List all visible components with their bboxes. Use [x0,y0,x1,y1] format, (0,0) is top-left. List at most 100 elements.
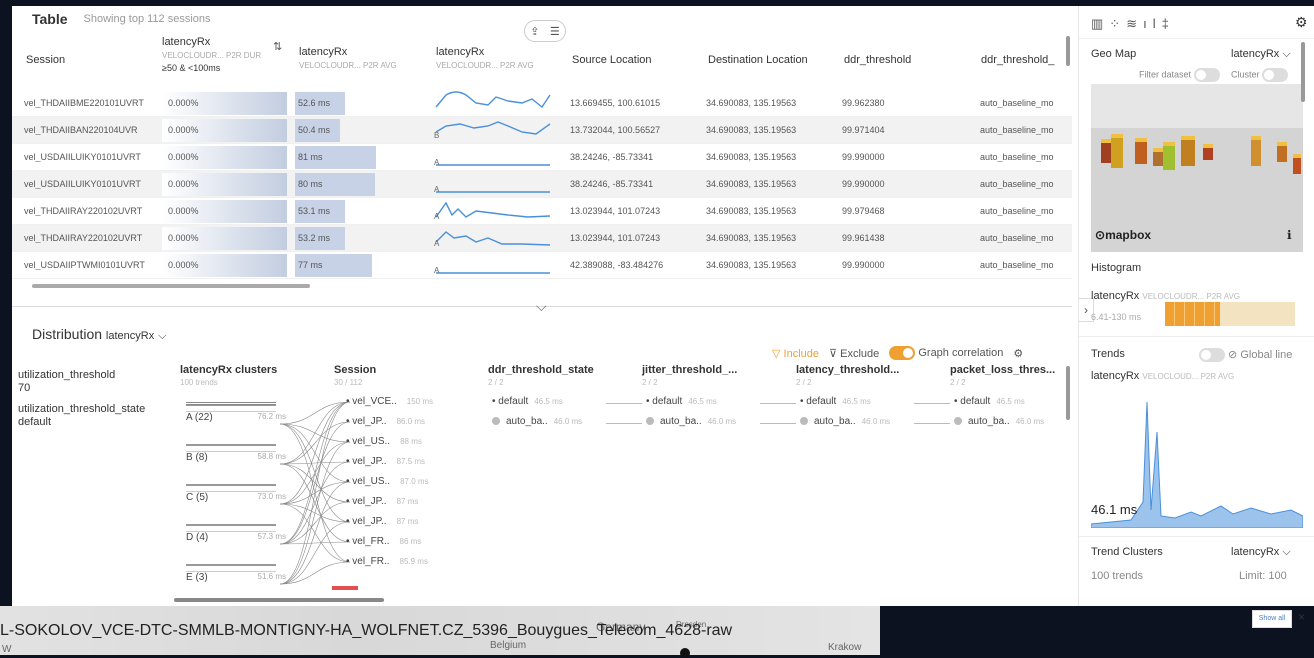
table-row[interactable]: vel_USDAIIPTWMI0101UVRT 0.000% 77 ms A 42.38… [12,252,1072,279]
trend-metric: latencyRx VELOCLOUD... P2R AVG [1091,370,1235,382]
map-marker[interactable] [680,648,690,658]
distribution-vscroll[interactable] [1066,366,1070,420]
geo-map-title: Geo Map [1091,48,1137,60]
trend-clusters-metric[interactable]: latencyRx ⌵ [1231,546,1291,559]
destination-cell: 34.690083, 135.19563 [706,260,797,270]
state-node-default[interactable]: • default 46.5 ms [492,396,563,407]
table-row[interactable]: vel_THDAIIRAY220102UVRT 0.000% 53.2 ms A 13.… [12,225,1072,252]
ddr-state-cell: auto_baseline_mo [980,125,1054,135]
include-button[interactable]: ▽ Include [772,347,819,360]
session-sub: 30 / 112 [334,378,363,387]
show-all-button[interactable]: Show all [1252,610,1292,628]
distribution-hscroll[interactable] [174,598,384,602]
horizontal-scrollbar[interactable] [32,284,310,288]
layout-icon[interactable]: ▥ [1091,16,1109,31]
table-row[interactable]: vel_USDAIILUIKY0101UVRT 0.000% 80 ms A 38.24… [12,171,1072,198]
cluster-item[interactable]: C (5) 73.0 ms [186,484,286,522]
state-node-auto[interactable]: auto_ba.. 46.0 ms [800,416,890,427]
share-icon[interactable]: ⇪ [530,25,539,38]
state-node-auto[interactable]: auto_ba.. 46.0 ms [954,416,1044,427]
col-header-latency-dur[interactable]: latencyRx VELOCLOUDR... P2R DUR ≥50 & <1… [162,36,261,73]
ddr-cell: 99.971404 [842,125,885,135]
table-row[interactable]: vel_THDAIIBAN220104UVR 0.000% 50.4 ms B 13.7… [12,117,1072,144]
cluster-overview-lines [186,402,276,414]
table-row[interactable]: vel_THDAIIRAY220102UVRT 0.000% 53.1 ms A 13.… [12,198,1072,225]
map-label: Belgium [490,640,527,651]
session-node[interactable]: • vel_VCE.. 150 ms [346,396,433,407]
graph-correlation-toggle[interactable]: Graph correlation [889,346,1003,360]
state-node-default[interactable]: • default 46.5 ms [646,396,717,407]
geo-metric-select[interactable]: latencyRx ⌵ [1231,48,1291,61]
avg-cell: 53.2 ms [298,233,331,243]
cluster-item[interactable]: A (22) 76.2 ms [186,404,286,442]
col-header-ddr[interactable]: ddr_threshold [844,54,911,66]
destination-cell: 34.690083, 135.19563 [706,233,797,243]
session-node[interactable]: • vel_FR.. 86 ms [346,536,421,547]
geo-map[interactable]: ⊙mapbox ℹ [1091,84,1303,252]
sparkline [435,91,551,109]
avg-cell: 52.6 ms [298,98,331,108]
col-header-source[interactable]: Source Location [572,54,652,66]
ddr-state-cell: auto_baseline_mo [980,233,1054,243]
trend-icon[interactable]: ≋ [1126,16,1143,31]
session-node[interactable]: • vel_US.. 87.0 ms [346,476,429,487]
flow-lines [280,401,350,585]
sparkline: A [434,201,551,221]
session-node[interactable]: • vel_JP.. 87.5 ms [346,456,425,467]
exclude-button[interactable]: ⊽ Exclude [829,347,879,360]
table-body: vel_THDAIIBME220101UVRT 0.000% 52.6 ms 13.6… [12,90,1072,279]
cluster-toggle[interactable]: Cluster [1231,68,1289,82]
close-icon[interactable]: × [1298,610,1305,624]
histogram-track[interactable] [1165,302,1295,326]
col-header-ddr-state[interactable]: ddr_threshold_ [981,54,1054,66]
duration-cell: 0.000% [168,125,199,135]
filter-dataset-toggle[interactable]: Filter dataset [1139,68,1220,82]
session-cell: vel_THDAIIRAY220102UVRT [24,206,143,216]
sort-icon[interactable]: ⇅ [273,40,282,53]
session-node[interactable]: • vel_JP.. 87 ms [346,516,418,527]
col-header-latency-avg[interactable]: latencyRx VELOCLOUDR... P2R AVG [299,46,397,70]
session-header: Session [334,364,377,376]
table-row[interactable]: vel_USDAIILUIKY0101UVRT 0.000% 81 ms A 38.24… [12,144,1072,171]
session-node[interactable]: • vel_US.. 88 ms [346,436,422,447]
state-node-auto[interactable]: auto_ba.. 46.0 ms [646,416,736,427]
ddr-cell: 99.990000 [842,260,885,270]
duration-cell: 0.000% [168,179,199,189]
gear-icon[interactable]: ⚙ [1295,14,1308,31]
scatter-icon[interactable]: ⁘ [1109,16,1126,31]
session-node[interactable]: • vel_JP.. 86.0 ms [346,416,425,427]
map-label: Krakow [828,642,862,653]
state-node-default[interactable]: • default 46.5 ms [954,396,1025,407]
split-icon[interactable]: ‡ [1162,16,1175,31]
session-cell: vel_USDAIILUIKY0101UVRT [24,179,141,189]
filter-range-label: ≥50 & <100ms [162,63,221,73]
vertical-scrollbar[interactable] [1066,36,1070,66]
info-icon[interactable]: ℹ [1287,228,1292,242]
duration-cell: 0.000% [168,260,199,270]
filter-value: 70 [18,382,31,394]
session-cell: vel_THDAIIBAN220104UVR [24,125,138,135]
col-header-latency-trend[interactable]: latencyRx VELOCLOUDR... P2R AVG [436,46,534,70]
col-header-session[interactable]: Session [26,54,65,66]
state-node-auto[interactable]: auto_ba.. 46.0 ms [492,416,582,427]
columns-icon[interactable]: ☰ [550,25,560,38]
session-node[interactable]: • vel_FR.. 85.9 ms [346,556,428,567]
state-node-default[interactable]: • default 46.5 ms [800,396,871,407]
right-panel-scrollbar[interactable] [1301,42,1305,102]
distribution-metric-select[interactable]: latencyRx [106,330,154,342]
cluster-item[interactable]: B (8) 58.8 ms [186,444,286,482]
separator [1079,536,1314,537]
table-panel: Table Showing top 112 sessions ⇪ ☰ Sessi… [12,6,1072,296]
col-header-destination[interactable]: Destination Location [708,54,808,66]
chevron-down-icon[interactable]: ⌵ [536,298,547,315]
sparkline: B [434,121,551,140]
session-node[interactable]: • vel_JP.. 87 ms [346,496,418,507]
bars-icon[interactable]: ıl [1143,16,1162,31]
cluster-item[interactable]: D (4) 57.3 ms [186,524,286,562]
destination-cell: 34.690083, 135.19563 [706,125,797,135]
trends-title: Trends [1091,348,1125,360]
table-row[interactable]: vel_THDAIIBME220101UVRT 0.000% 52.6 ms 13.6… [12,90,1072,117]
global-line-toggle[interactable]: ⊘ Global line [1199,348,1292,363]
chevron-down-icon[interactable]: ⌵ [158,330,166,342]
gear-icon[interactable]: ⚙ [1013,347,1023,360]
